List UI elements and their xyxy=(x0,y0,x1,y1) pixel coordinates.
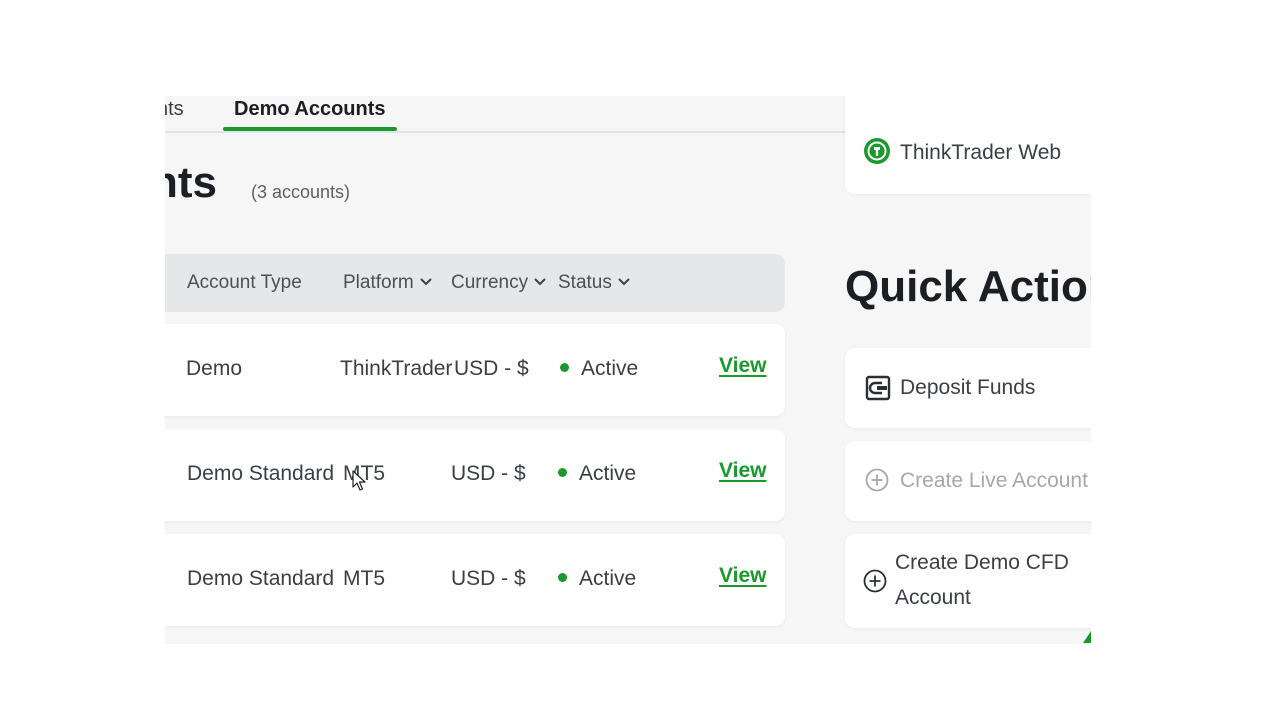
deposit-funds-button[interactable]: Deposit Funds xyxy=(845,348,1091,428)
header-currency[interactable]: Currency xyxy=(451,272,546,294)
chevron-down-icon xyxy=(534,274,546,289)
table-row: Demo Standard MT5 USD - $ Active View xyxy=(165,429,785,521)
create-demo-cfd-account-button[interactable]: Create Demo CFD Account xyxy=(845,534,1091,628)
header-status[interactable]: Status xyxy=(558,272,630,294)
table-header: Account Type Platform Currency Status xyxy=(165,254,785,312)
status-dot-icon xyxy=(560,363,569,372)
cell-currency: USD - $ xyxy=(451,567,526,590)
thinktrader-web-card[interactable]: ThinkTrader Web xyxy=(845,96,1091,194)
cell-account-type: Demo Standard xyxy=(187,567,335,590)
create-live-account-label: Create Live Account xyxy=(900,469,1088,492)
header-currency-label: Currency xyxy=(451,272,529,293)
create-demo-cfd-label-line2: Account xyxy=(895,586,971,609)
create-live-account-button[interactable]: Create Live Account xyxy=(845,441,1091,521)
cell-status: Active xyxy=(558,462,636,486)
table-row: / Demo ThinkTrader USD - $ Active View xyxy=(165,324,785,416)
plus-circle-icon xyxy=(865,468,889,497)
view-account-link[interactable]: View xyxy=(719,459,766,483)
tab-demo-accounts[interactable]: Demo Accounts xyxy=(223,98,397,131)
cell-platform: ThinkTrader xyxy=(340,357,453,380)
wallet-icon xyxy=(865,375,891,406)
header-platform-label: Platform xyxy=(343,272,414,293)
thinktrader-logo-icon xyxy=(863,137,891,170)
status-label: Active xyxy=(581,357,639,380)
deposit-funds-label: Deposit Funds xyxy=(900,376,1036,399)
page-title: nts xyxy=(165,158,217,207)
corner-accent-icon xyxy=(1083,631,1091,643)
status-label: Active xyxy=(579,567,637,590)
header-status-label: Status xyxy=(558,272,612,293)
cell-platform: MT5 xyxy=(343,567,385,590)
cell-account-type: Demo Standard xyxy=(187,462,335,485)
chevron-down-icon xyxy=(618,274,630,289)
mouse-cursor-icon xyxy=(352,470,366,497)
create-demo-cfd-label-line1: Create Demo CFD xyxy=(895,551,1069,574)
table-row: Demo Standard MT5 USD - $ Active View xyxy=(165,534,785,626)
cell-account-type: Demo xyxy=(186,357,243,380)
header-platform[interactable]: Platform xyxy=(343,272,432,294)
header-account-type: Account Type xyxy=(187,272,302,293)
chevron-down-icon xyxy=(420,274,432,289)
view-account-link[interactable]: View xyxy=(719,354,766,378)
status-dot-icon xyxy=(558,573,567,582)
account-count: (3 accounts) xyxy=(251,182,351,202)
cell-status: Active xyxy=(558,567,636,591)
plus-circle-icon xyxy=(863,569,887,598)
cell-currency: USD - $ xyxy=(454,357,529,380)
view-account-link[interactable]: View xyxy=(719,564,766,588)
page-viewport: nts Demo Accounts nts (3 accounts) Accou… xyxy=(165,96,1091,644)
tab-live-accounts[interactable]: nts xyxy=(165,98,184,121)
cell-status: Active xyxy=(560,357,638,381)
cell-currency: USD - $ xyxy=(451,462,526,485)
status-label: Active xyxy=(579,462,637,485)
thinktrader-web-label: ThinkTrader Web xyxy=(900,141,1062,164)
quick-actions-title: Quick Actions xyxy=(845,262,1091,311)
status-dot-icon xyxy=(558,468,567,477)
